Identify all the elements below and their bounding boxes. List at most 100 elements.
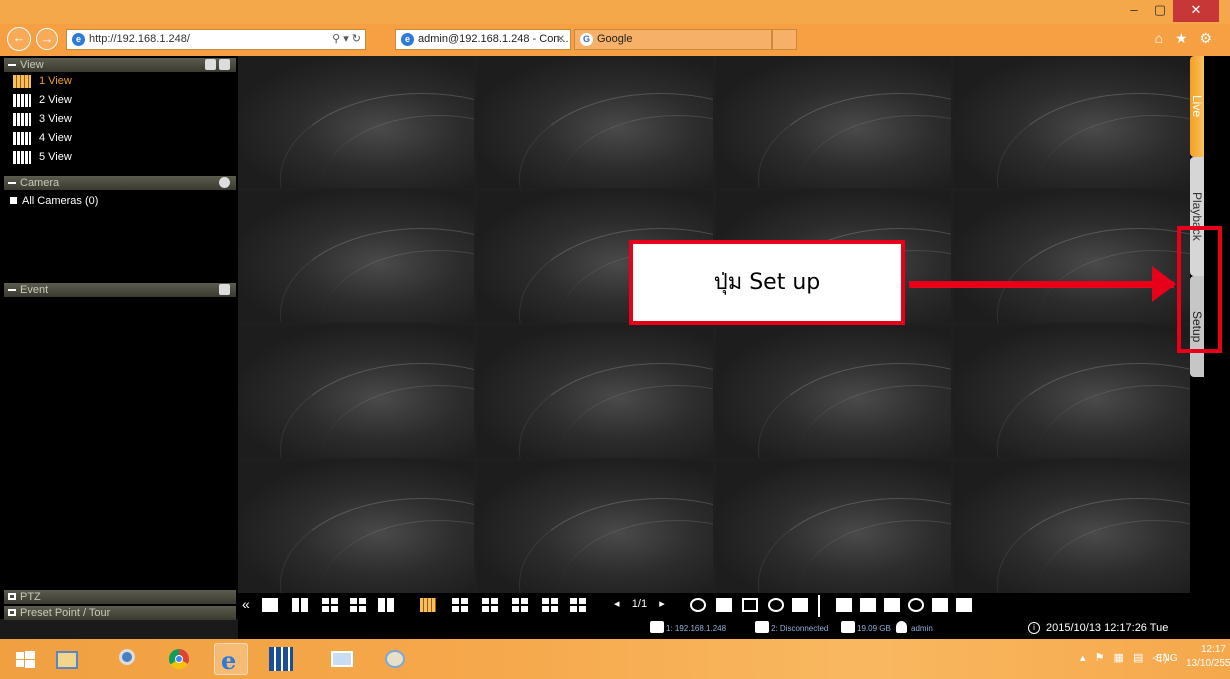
video-cell[interactable] (476, 326, 713, 458)
video-cell[interactable] (954, 191, 1190, 323)
layout-10-icon[interactable] (378, 598, 394, 612)
disk-space: 19.09 GB (857, 624, 891, 633)
collapse-icon (8, 182, 16, 184)
annotation-highlight-box (1177, 226, 1222, 353)
search-icon[interactable] (768, 598, 784, 612)
layout-9-icon[interactable] (350, 598, 366, 612)
event-settings-icon[interactable] (219, 284, 230, 295)
all-cameras-item[interactable]: All Cameras (0) (10, 194, 98, 208)
monitor-icon (650, 621, 664, 633)
disconnect-all-icon[interactable] (860, 598, 876, 612)
chat-icon[interactable] (219, 177, 230, 188)
add-view-icon[interactable] (219, 59, 230, 70)
new-tab-button[interactable] (772, 29, 797, 50)
reconnect-icon[interactable] (932, 598, 948, 612)
view-item-label: 2 View (39, 94, 72, 106)
layout-2-icon[interactable] (292, 598, 308, 612)
tab-admin-console[interactable]: e admin@192.168.1.248 - Con... ✕ (395, 29, 571, 50)
grid-view-icon (13, 151, 31, 164)
layout-13-icon[interactable] (452, 598, 468, 612)
fullscreen-icon[interactable] (716, 598, 732, 612)
view-section-header[interactable]: View (4, 58, 236, 72)
tab-google[interactable]: G Google (574, 29, 772, 50)
video-cell[interactable] (954, 326, 1190, 458)
collapse-icon (8, 64, 16, 66)
view-item-label: 4 View (39, 132, 72, 144)
exit-icon[interactable] (792, 598, 808, 612)
url-input[interactable]: e http://192.168.1.248/ ⚲ ▾ ↻ (66, 29, 366, 50)
playback-icon[interactable] (884, 598, 900, 612)
maximize-button[interactable]: ▢ (1147, 0, 1173, 22)
file-explorer-icon[interactable] (50, 643, 84, 675)
layout-1-icon[interactable] (262, 598, 278, 612)
view-item-2[interactable]: 2 View (13, 91, 72, 109)
sequence-icon[interactable] (690, 598, 706, 612)
collapse-panel-button[interactable]: « (242, 596, 250, 612)
page-next-icon[interactable]: ▸ (659, 598, 665, 610)
snapshot-icon[interactable] (836, 598, 852, 612)
layout-toolbar: « ◂ 1/1 ▸ (238, 593, 1190, 619)
clock-time: 12:17 (1200, 644, 1226, 655)
disk-icon (841, 621, 855, 633)
view-item-3[interactable]: 3 View (13, 110, 72, 128)
record-icon[interactable] (956, 598, 972, 612)
video-cell[interactable] (715, 461, 952, 593)
video-cell[interactable] (715, 56, 952, 188)
screenshot-tool-icon[interactable] (325, 643, 359, 675)
chrome-icon[interactable] (162, 643, 196, 675)
camera-header-label: Camera (20, 177, 60, 189)
tab-label: Google (597, 33, 633, 45)
preset-section-header[interactable]: Preset Point / Tour (4, 606, 236, 620)
app-window: – ▢ ✕ ← → e http://192.168.1.248/ ⚲ ▾ ↻ … (0, 0, 1230, 679)
tab-live[interactable]: Live (1190, 56, 1204, 157)
info-icon[interactable]: i (1028, 622, 1040, 634)
video-cell[interactable] (238, 191, 474, 323)
video-cell[interactable] (238, 56, 474, 188)
edit-view-icon[interactable] (205, 59, 216, 70)
layout-36-icon[interactable] (542, 598, 558, 612)
layout-64-icon[interactable] (570, 598, 586, 612)
close-window-button[interactable]: ✕ (1173, 0, 1219, 22)
video-cell[interactable] (476, 461, 713, 593)
video-cell[interactable] (954, 56, 1190, 188)
ptz-section-header[interactable]: PTZ (4, 590, 236, 604)
video-cell[interactable] (715, 326, 952, 458)
url-text: http://192.168.1.248/ (89, 33, 190, 45)
window-title-bar: – ▢ ✕ (0, 0, 1230, 24)
video-cell[interactable] (954, 461, 1190, 593)
layout-25-icon[interactable] (512, 598, 528, 612)
date-time: 2015/10/13 12:17:26 Tue (1046, 622, 1169, 634)
layout-20-icon[interactable] (482, 598, 498, 612)
monitor-icon[interactable] (742, 598, 758, 612)
search-refresh-icons[interactable]: ⚲ ▾ ↻ (332, 30, 361, 49)
home-favorites-settings-icons[interactable]: ⌂ ★ ⚙ (1155, 30, 1216, 47)
page-navigator[interactable]: ◂ 1/1 ▸ (614, 597, 665, 610)
camera-section-header[interactable]: Camera (4, 176, 236, 190)
start-icon[interactable] (8, 643, 42, 675)
clock[interactable]: 12:17 13/10/2558 (1186, 643, 1230, 671)
tab-label: admin@192.168.1.248 - Con... (418, 33, 569, 45)
view-item-4[interactable]: 4 View (13, 129, 72, 147)
language-indicator[interactable]: ENG (1156, 653, 1178, 664)
close-tab-icon[interactable]: ✕ (557, 30, 565, 49)
view-item-1[interactable]: 1 View (13, 72, 72, 90)
page-prev-icon[interactable]: ◂ (614, 598, 620, 610)
video-cell[interactable] (238, 461, 474, 593)
minimize-button[interactable]: – (1121, 0, 1147, 22)
video-cell[interactable] (476, 56, 713, 188)
event-section-header[interactable]: Event (4, 283, 236, 297)
layout-16-icon[interactable] (420, 598, 436, 612)
webcam-app-icon[interactable] (110, 643, 144, 675)
expand-icon (8, 593, 16, 600)
browser-address-bar: ← → e http://192.168.1.248/ ⚲ ▾ ↻ e admi… (0, 24, 1230, 56)
view-item-5[interactable]: 5 View (13, 148, 72, 166)
paint-icon[interactable] (378, 643, 412, 675)
forward-button[interactable]: → (36, 28, 58, 50)
refresh-icon[interactable] (908, 598, 924, 612)
layout-4-icon[interactable] (322, 598, 338, 612)
video-cell[interactable] (238, 326, 474, 458)
back-button[interactable]: ← (7, 27, 31, 51)
view-item-label: 3 View (39, 113, 72, 125)
internet-explorer-icon[interactable]: e (214, 643, 248, 675)
nvr-client-icon[interactable] (264, 643, 298, 675)
